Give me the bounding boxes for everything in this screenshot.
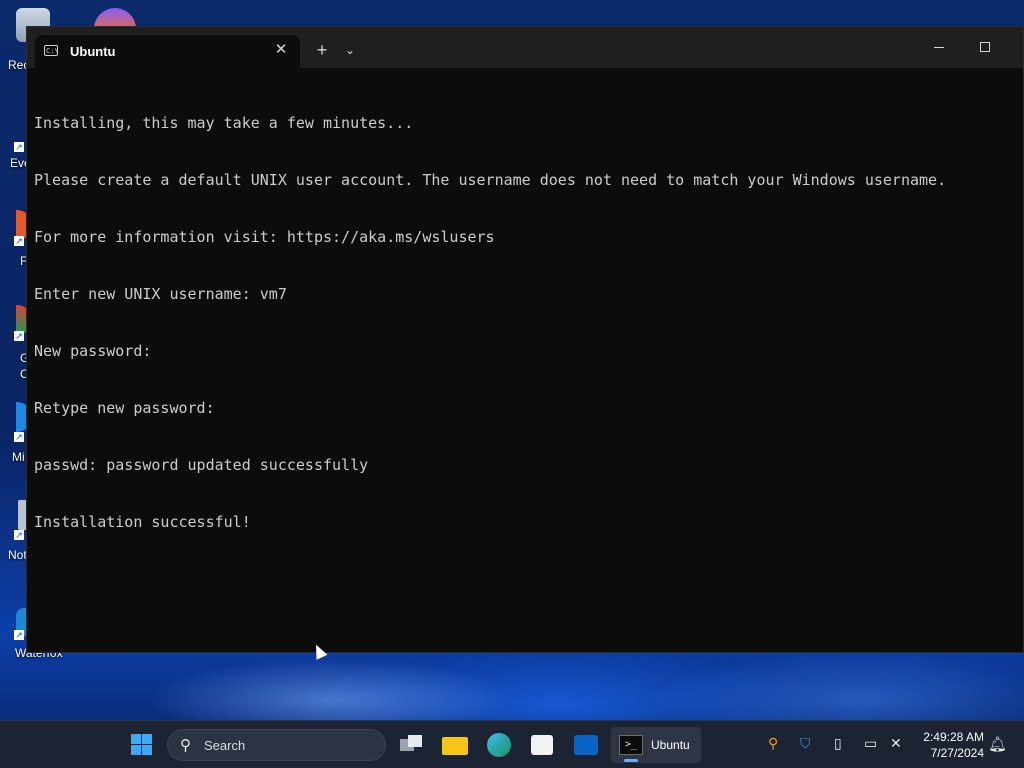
clock[interactable]: 2:49:28 AM 7/27/2024 [914,729,984,761]
file-explorer-button[interactable] [440,729,472,761]
ubuntu-taskbar-button[interactable]: >_ Ubuntu [611,727,701,763]
shortcut-arrow-icon: ↗ [14,432,24,442]
console-line: passwd: password updated successfully [34,456,369,474]
shortcut-arrow-icon: ↗ [14,530,24,540]
maximize-icon [980,42,990,52]
shield-icon[interactable]: ⛉ [800,735,811,752]
terminal-icon: >_ [619,735,643,755]
maximize-button[interactable] [965,35,1005,59]
title-bar[interactable]: C:\ Ubuntu ✕ + ⌄ [27,27,1023,68]
taskbar-app-label: Ubuntu [651,738,690,752]
console-line: Retype new password: [34,399,215,417]
console-line: Enter new UNIX username: vm7 [34,285,287,303]
edge-icon [487,733,511,757]
clock-date: 7/27/2024 [930,746,984,760]
volume-muted-icon[interactable]: ✕ [890,735,902,752]
task-view-button[interactable] [396,729,428,761]
usb-icon[interactable]: ▯ [834,735,842,752]
tab-ubuntu[interactable]: C:\ Ubuntu ✕ [35,35,300,68]
minimize-icon [934,47,944,48]
edge-taskbar-button[interactable] [483,729,515,761]
clock-time: 2:49:28 AM [923,730,984,744]
console-line: Installing, this may take a few minutes.… [34,114,414,132]
taskbar: ⚲ Search >_ Ubuntu ⚲ ⛉ ▯ ▭ ✕ 2:49:28 AM … [0,720,1024,768]
chevron-down-icon[interactable]: ⌄ [339,39,361,61]
store-icon [531,735,553,755]
windows-logo-quad [142,745,152,755]
windows-logo-quad [142,734,152,744]
outlook-button[interactable] [570,729,602,761]
terminal-window[interactable]: C:\ Ubuntu ✕ + ⌄ Installing, this may ta… [26,26,1024,653]
shortcut-arrow-icon: ↗ [14,236,24,246]
console-line: Please create a default UNIX user accoun… [34,171,947,189]
windows-logo-icon [131,734,141,744]
tab-title: Ubuntu [70,44,116,59]
notification-bell-icon[interactable]: 🔔︎ [988,735,1007,753]
search-icon: ⚲ [180,737,191,754]
folder-icon [442,737,468,755]
start-button[interactable] [128,729,160,761]
console-line: Installation successful! [34,513,251,531]
network-icon[interactable]: ▭ [864,735,877,752]
close-tab-icon[interactable]: ✕ [272,41,290,59]
shortcut-arrow-icon: ↗ [14,142,24,152]
terminal-icon: C:\ [44,45,59,56]
outlook-icon [574,735,598,755]
task-view-icon-front [408,735,422,747]
console-line: New password: [34,342,152,360]
active-indicator [624,759,638,762]
search-input[interactable]: ⚲ Search [167,729,386,761]
console-line: For more information visit: https://aka.… [34,228,495,246]
terminal-output[interactable]: Installing, this may take a few minutes.… [34,76,1023,652]
search-tray-icon[interactable]: ⚲ [768,735,778,752]
minimize-button[interactable] [919,35,959,59]
store-button[interactable] [526,729,558,761]
new-tab-button[interactable]: + [311,39,333,61]
shortcut-arrow-icon: ↗ [14,630,24,640]
shortcut-arrow-icon: ↗ [14,331,24,341]
search-placeholder: Search [204,738,246,753]
windows-logo-quad [131,745,141,755]
